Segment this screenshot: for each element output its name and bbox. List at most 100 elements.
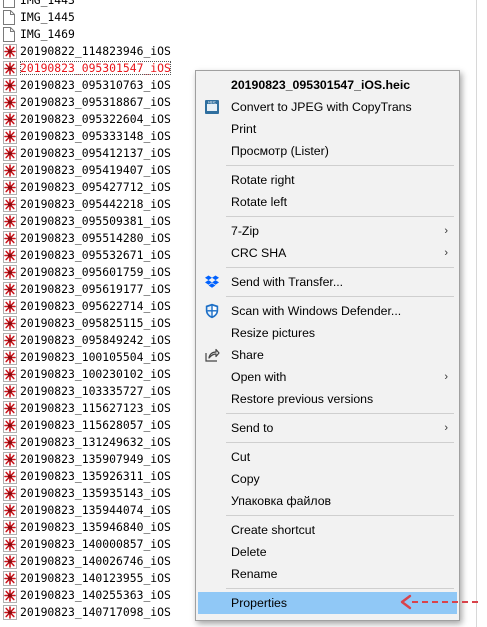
- menu-item-rename[interactable]: Rename: [198, 563, 457, 585]
- file-row[interactable]: 20190823_095622714_iOS: [0, 298, 190, 315]
- heic-icon: [3, 333, 17, 348]
- file-row[interactable]: 20190823_095310763_iOS: [0, 77, 190, 94]
- file-row[interactable]: 20190823_095532671_iOS: [0, 247, 190, 264]
- menu-item-label: CRC SHA: [231, 246, 287, 260]
- file-row[interactable]: 20190823_140717098_iOS: [0, 604, 190, 621]
- file-row[interactable]: 20190823_095419407_iOS: [0, 162, 190, 179]
- heic-icon: [3, 299, 17, 314]
- file-name: 20190823_135926311_iOS: [20, 469, 171, 483]
- chevron-right-icon: ›: [444, 247, 448, 259]
- heic-icon: [3, 265, 17, 280]
- file-row[interactable]: 20190823_095322604_iOS: [0, 111, 190, 128]
- file-row[interactable]: 20190823_100230102_iOS: [0, 366, 190, 383]
- doc-icon: [3, 27, 17, 42]
- file-row[interactable]: 20190823_095509381_iOS: [0, 213, 190, 230]
- file-row[interactable]: 20190823_135946840_iOS: [0, 519, 190, 536]
- file-row[interactable]: 20190822_114823946_iOS: [0, 43, 190, 60]
- menu-separator: [226, 588, 454, 589]
- file-row[interactable]: 20190823_115628057_iOS: [0, 417, 190, 434]
- file-name: 20190823_100105504_iOS: [20, 350, 171, 364]
- file-list: IMG_1443 IMG_1445 IMG_1469 20190822_1148239…: [0, 0, 190, 621]
- file-row[interactable]: 20190823_095514280_iOS: [0, 230, 190, 247]
- file-row[interactable]: 20190823_115627123_iOS: [0, 400, 190, 417]
- menu-item-convert-to-jpeg-with-copytrans[interactable]: HEIC Convert to JPEG with CopyTrans: [198, 96, 457, 118]
- file-row[interactable]: 20190823_135907949_iOS: [0, 451, 190, 468]
- file-row[interactable]: 20190823_135926311_iOS: [0, 468, 190, 485]
- heic-icon: [3, 231, 17, 246]
- menu-item-lister[interactable]: Просмотр (Lister): [198, 140, 457, 162]
- file-row[interactable]: 20190823_140255363_iOS: [0, 587, 190, 604]
- menu-item-send-to[interactable]: Send to ›: [198, 417, 457, 439]
- menu-item-label: Rotate right: [231, 173, 295, 187]
- menu-item-create-shortcut[interactable]: Create shortcut: [198, 519, 457, 541]
- menu-item-label: 7-Zip: [231, 224, 260, 238]
- heic-icon: [3, 146, 17, 161]
- file-row[interactable]: 20190823_095825115_iOS: [0, 315, 190, 332]
- file-row[interactable]: 20190823_095601759_iOS: [0, 264, 190, 281]
- menu-item-label: Share: [231, 348, 264, 362]
- menu-item-copy[interactable]: Copy: [198, 468, 457, 490]
- file-name: 20190823_140717098_iOS: [20, 605, 171, 619]
- file-row[interactable]: IMG_1445: [0, 9, 190, 26]
- file-row[interactable]: 20190823_095442218_iOS: [0, 196, 190, 213]
- heic-icon: [3, 554, 17, 569]
- heic-icon: [3, 180, 17, 195]
- file-name: 20190823_095442218_iOS: [20, 197, 171, 211]
- file-row[interactable]: 20190823_095318867_iOS: [0, 94, 190, 111]
- menu-item-cut[interactable]: Cut: [198, 446, 457, 468]
- file-name: 20190822_114823946_iOS: [20, 44, 171, 58]
- file-name: 20190823_095514280_iOS: [20, 231, 171, 245]
- file-name: 20190823_095601759_iOS: [20, 265, 171, 279]
- menu-item-crc-sha[interactable]: CRC SHA ›: [198, 242, 457, 264]
- menu-item-label: Cut: [231, 450, 251, 464]
- file-row[interactable]: 20190823_103335727_iOS: [0, 383, 190, 400]
- menu-item-open-with[interactable]: Open with ›: [198, 366, 457, 388]
- file-row[interactable]: 20190823_100105504_iOS: [0, 349, 190, 366]
- heic-icon: [3, 282, 17, 297]
- menu-item-scan-with-windows-defender[interactable]: Scan with Windows Defender...: [198, 300, 457, 322]
- doc-icon: [3, 10, 17, 25]
- file-name: 20190823_140026746_iOS: [20, 554, 171, 568]
- heic-icon: [3, 571, 17, 586]
- menu-item-send-with-transfer[interactable]: Send with Transfer...: [198, 271, 457, 293]
- file-name: 20190823_100230102_iOS: [20, 367, 171, 381]
- file-name: 20190823_135907949_iOS: [20, 452, 171, 466]
- file-row[interactable]: 20190823_140026746_iOS: [0, 553, 190, 570]
- heic-icon: [3, 129, 17, 144]
- file-row[interactable]: IMG_1443: [0, 0, 190, 9]
- menu-item-resize-pictures[interactable]: Resize pictures: [198, 322, 457, 344]
- file-name: 20190823_095301547_iOS: [20, 61, 171, 75]
- heic-icon: [3, 469, 17, 484]
- menu-item-rotate-right[interactable]: Rotate right: [198, 169, 457, 191]
- file-row[interactable]: 20190823_095849242_iOS: [0, 332, 190, 349]
- menu-item-restore-previous-versions[interactable]: Restore previous versions: [198, 388, 457, 410]
- file-name: 20190823_103335727_iOS: [20, 384, 171, 398]
- menu-item-delete[interactable]: Delete: [198, 541, 457, 563]
- menu-item-rotate-left[interactable]: Rotate left: [198, 191, 457, 213]
- file-row[interactable]: 20190823_140000857_iOS: [0, 536, 190, 553]
- file-row[interactable]: 20190823_135935143_iOS: [0, 485, 190, 502]
- heic-icon: [3, 61, 17, 76]
- file-row[interactable]: 20190823_095333148_iOS: [0, 128, 190, 145]
- file-name: 20190823_135935143_iOS: [20, 486, 171, 500]
- file-row[interactable]: 20190823_131249632_iOS: [0, 434, 190, 451]
- file-row[interactable]: 20190823_095412137_iOS: [0, 145, 190, 162]
- menu-item-share[interactable]: Share: [198, 344, 457, 366]
- file-row[interactable]: IMG_1469: [0, 26, 190, 43]
- file-row[interactable]: 20190823_095619177_iOS: [0, 281, 190, 298]
- menu-item-label: Open with: [231, 370, 287, 384]
- heic-icon: [3, 452, 17, 467]
- file-row[interactable]: 20190823_135944074_iOS: [0, 502, 190, 519]
- heic-icon: [3, 248, 17, 263]
- menu-separator: [226, 296, 454, 297]
- file-name: IMG_1469: [20, 27, 75, 41]
- heic-icon: [3, 214, 17, 229]
- menu-item-7-zip[interactable]: 7-Zip ›: [198, 220, 457, 242]
- file-row[interactable]: 20190823_095301547_iOS: [0, 60, 190, 77]
- file-row[interactable]: 20190823_140123955_iOS: [0, 570, 190, 587]
- file-name: 20190823_095509381_iOS: [20, 214, 171, 228]
- menu-item-print[interactable]: Print: [198, 118, 457, 140]
- file-row[interactable]: 20190823_095427712_iOS: [0, 179, 190, 196]
- heic-icon: [3, 78, 17, 93]
- menu-item-item-22[interactable]: Упаковка файлов: [198, 490, 457, 512]
